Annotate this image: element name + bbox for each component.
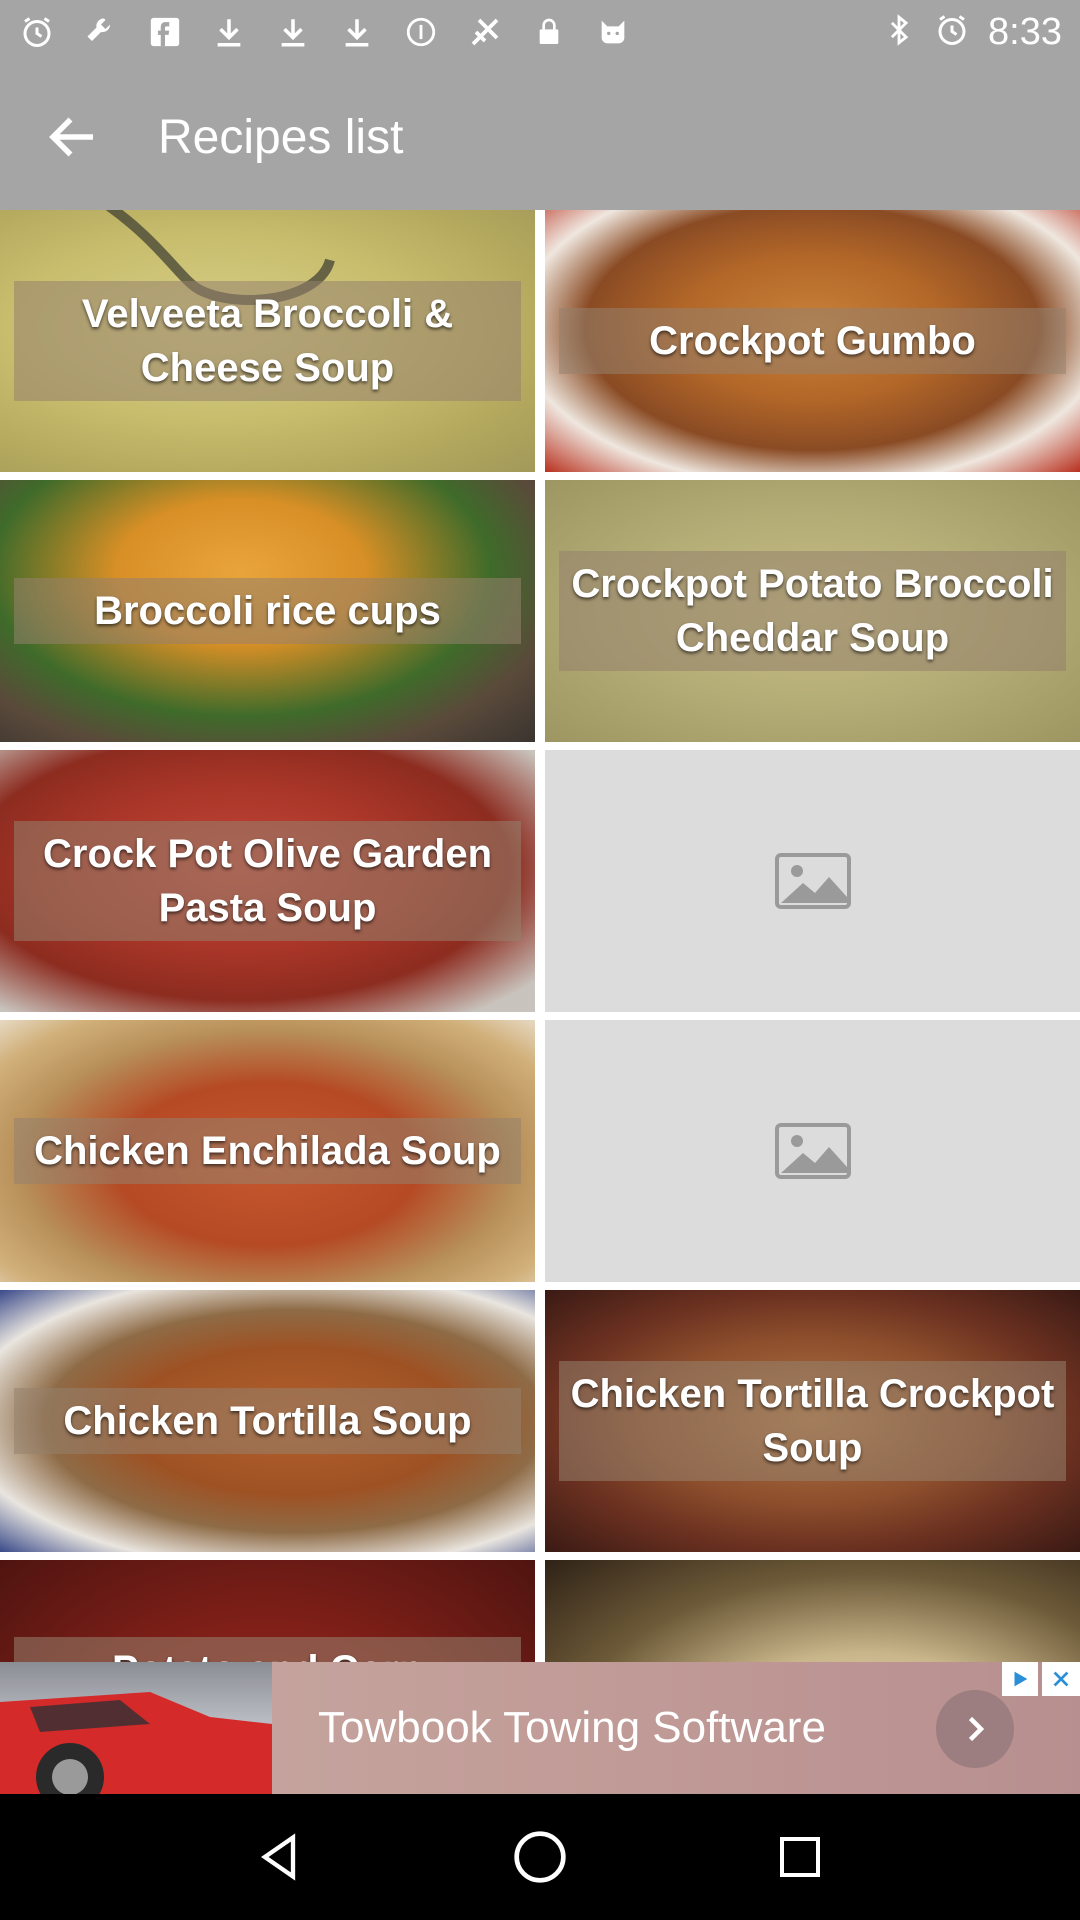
- wrench-icon: [82, 13, 120, 51]
- recipe-label: Chicken Tortilla Soup: [63, 1399, 472, 1443]
- alarm-icon: [934, 12, 970, 53]
- chevron-right-icon: [968, 1716, 985, 1742]
- recipe-grid: Velveeta Broccoli & Cheese Soup Crockpot…: [0, 210, 1080, 1662]
- cat-icon: [594, 13, 632, 51]
- system-nav-bar: [0, 1794, 1080, 1920]
- back-button[interactable]: [0, 64, 146, 210]
- bluetooth-icon: [882, 13, 916, 52]
- recipe-label: Potato and Corn: [112, 1643, 423, 1662]
- recipe-tile-placeholder[interactable]: [545, 750, 1080, 1012]
- recipe-tile-olive-garden-pasta[interactable]: Crock Pot Olive Garden Pasta Soup: [0, 750, 535, 1012]
- lock-icon: [530, 13, 568, 51]
- alarm-icon: [18, 13, 56, 51]
- ad-car-image: [0, 1662, 272, 1794]
- recipe-label: Crock Pot Olive Garden Pasta Soup: [42, 832, 493, 930]
- recipe-label: Velveeta Broccoli & Cheese Soup: [81, 292, 454, 390]
- arrow-back-icon: [49, 117, 93, 157]
- page-title: Recipes list: [158, 110, 404, 164]
- recipe-tile-potato-broccoli-cheddar[interactable]: Crockpot Potato Broccoli Cheddar Soup: [545, 480, 1080, 742]
- recipe-label: Crockpot Gumbo: [649, 319, 976, 363]
- recipe-tile-velveeta-broccoli[interactable]: Velveeta Broccoli & Cheese Soup: [0, 210, 535, 472]
- recipe-tile-chicken-enchilada[interactable]: Chicken Enchilada Soup: [0, 1020, 535, 1282]
- nav-back-button[interactable]: [240, 1817, 320, 1897]
- ad-text[interactable]: Towbook Towing Software: [318, 1662, 826, 1794]
- nav-back-icon: [261, 1833, 296, 1881]
- app-bar: Recipes list: [0, 64, 1080, 210]
- recipe-tile-chicken-tortilla-crockpot[interactable]: Chicken Tortilla Crockpot Soup: [545, 1290, 1080, 1552]
- status-time: 8:33: [988, 10, 1062, 53]
- status-right: 8:33: [882, 11, 1062, 54]
- info-icon: [402, 13, 440, 51]
- recipe-tile-crockpot-gumbo[interactable]: Crockpot Gumbo: [545, 210, 1080, 472]
- recipe-tile-potato-corn[interactable]: Potato and Corn: [0, 1560, 535, 1662]
- recipe-label: Broccoli rice cups: [94, 589, 441, 633]
- status-left-icons: [18, 13, 632, 51]
- ad-banner[interactable]: Towbook Towing Software: [0, 1662, 1080, 1794]
- nav-home-icon: [514, 1831, 566, 1883]
- recipe-tile-chicken-tortilla[interactable]: Chicken Tortilla Soup: [0, 1290, 535, 1552]
- nav-recents-button[interactable]: [760, 1817, 840, 1897]
- ad-arrow-button[interactable]: [936, 1690, 1014, 1768]
- nav-recents-icon: [780, 1837, 820, 1877]
- download-icon: [210, 13, 248, 51]
- download-icon: [274, 13, 312, 51]
- status-bar: 8:33: [0, 0, 1080, 64]
- recipe-label: Crockpot Potato Broccoli Cheddar Soup: [571, 562, 1054, 660]
- adchoices-icon[interactable]: [1002, 1662, 1038, 1696]
- nav-home-button[interactable]: [500, 1817, 580, 1897]
- recipe-label: Chicken Tortilla Crockpot Soup: [570, 1372, 1055, 1470]
- recipe-tile-placeholder[interactable]: [545, 1020, 1080, 1282]
- image-placeholder-icon: [774, 1123, 851, 1179]
- close-icon[interactable]: [1042, 1662, 1080, 1696]
- fax-icon: [466, 13, 504, 51]
- recipe-tile-bean-soup[interactable]: [545, 1560, 1080, 1662]
- download-icon: [338, 13, 376, 51]
- recipe-tile-broccoli-rice-cups[interactable]: Broccoli rice cups: [0, 480, 535, 742]
- recipe-label: Chicken Enchilada Soup: [34, 1129, 501, 1173]
- image-placeholder-icon: [774, 853, 851, 909]
- facebook-icon: [146, 13, 184, 51]
